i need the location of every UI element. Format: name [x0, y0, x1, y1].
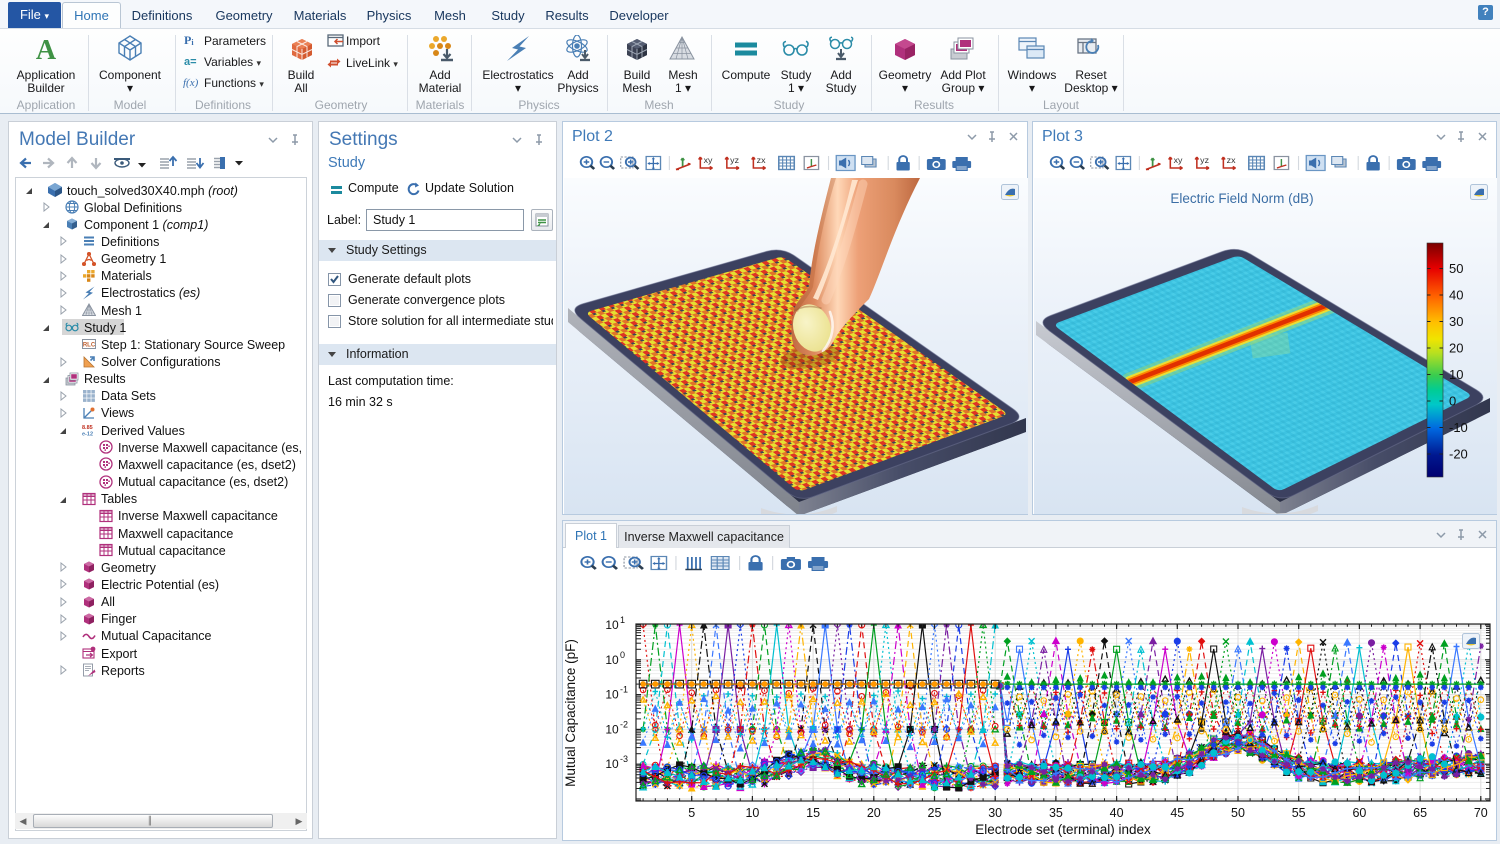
svg-text:Electrode set (terminal) index: Electrode set (terminal) index [975, 822, 1151, 837]
svg-text:45: 45 [1170, 806, 1184, 820]
svg-text:e-12: e-12 [82, 432, 93, 438]
svg-text:70: 70 [1474, 806, 1488, 820]
svg-text:30: 30 [988, 806, 1002, 820]
svg-text:10: 10 [605, 757, 619, 771]
svg-text:10: 10 [605, 688, 619, 702]
svg-text:5: 5 [688, 806, 695, 820]
svg-text:yz: yz [730, 155, 739, 164]
svg-text:-2: -2 [620, 719, 628, 729]
svg-text:a=: a= [184, 56, 197, 67]
svg-text:40: 40 [1449, 288, 1463, 303]
svg-text:1: 1 [620, 615, 625, 625]
svg-text:10: 10 [605, 653, 619, 667]
svg-text:65: 65 [1413, 806, 1427, 820]
svg-text:10: 10 [605, 722, 619, 736]
svg-text:15: 15 [806, 806, 820, 820]
svg-text:-1: -1 [620, 685, 628, 695]
svg-text:xy: xy [1174, 155, 1184, 164]
svg-text:-3: -3 [620, 754, 628, 764]
svg-text:60: 60 [1352, 806, 1366, 820]
svg-text:20: 20 [867, 806, 881, 820]
svg-text:-20: -20 [1449, 447, 1468, 462]
svg-text:50: 50 [1449, 261, 1463, 276]
svg-text:8.85: 8.85 [82, 425, 93, 431]
svg-text:50: 50 [1231, 806, 1245, 820]
svg-text:40: 40 [1110, 806, 1124, 820]
svg-text:-10: -10 [1449, 420, 1468, 435]
svg-text:55: 55 [1292, 806, 1306, 820]
svg-text:f(x): f(x) [183, 77, 199, 88]
svg-text:RLC: RLC [83, 343, 96, 349]
svg-text:Pi: Pi [184, 34, 194, 46]
svg-text:10: 10 [745, 806, 759, 820]
svg-text:Mutual Capacitance (pF): Mutual Capacitance (pF) [563, 639, 578, 787]
svg-text:0: 0 [620, 650, 625, 660]
svg-text:10: 10 [605, 618, 619, 632]
svg-text:30: 30 [1449, 314, 1463, 329]
svg-text:zx: zx [1227, 155, 1237, 164]
svg-text:0: 0 [1449, 394, 1456, 409]
svg-text:A: A [36, 35, 57, 63]
svg-text:35: 35 [1049, 806, 1063, 820]
svg-text:25: 25 [928, 806, 942, 820]
svg-text:yz: yz [1200, 155, 1209, 164]
svg-text:zx: zx [757, 155, 767, 164]
svg-text:20: 20 [1449, 341, 1463, 356]
svg-text:xy: xy [704, 155, 714, 164]
svg-text:Electric Field Norm (dB): Electric Field Norm (dB) [1170, 191, 1313, 206]
svg-text:10: 10 [1449, 367, 1463, 382]
